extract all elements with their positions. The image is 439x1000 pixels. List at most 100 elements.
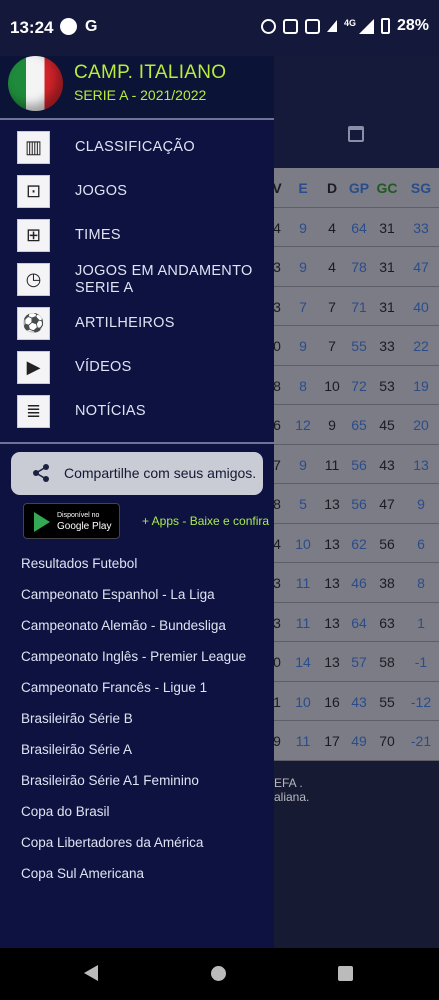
background-toolbar	[274, 56, 439, 168]
table-cell: 47	[379, 496, 395, 512]
table-cell: 9	[299, 259, 307, 275]
share-label: Compartilhe com seus amigos.	[64, 465, 257, 481]
status-time: 13:24	[10, 18, 54, 37]
home-icon[interactable]	[211, 966, 226, 981]
menu-item-label: VÍDEOS	[75, 359, 132, 375]
link-serie-a1-feminino[interactable]: Brasileirão Série A1 Feminino	[21, 773, 199, 788]
table-cell: 13	[324, 496, 340, 512]
system-nav-bar	[0, 948, 439, 1000]
table-cell: 33	[413, 219, 429, 236]
link-copa-do-brasil[interactable]: Copa do Brasil	[21, 804, 110, 819]
table-cell: 46	[351, 575, 367, 591]
navigation-drawer: CAMP. ITALIANO SERIE A - 2021/2022 ▥ CLA…	[0, 56, 274, 948]
table-cell: 3	[274, 259, 281, 275]
table-cell: 1	[274, 693, 281, 710]
divider	[0, 442, 274, 444]
table-cell: 4	[274, 535, 281, 552]
table-cell: 8	[417, 575, 425, 591]
chrome-icon	[60, 18, 77, 35]
table-cell: -21	[410, 733, 432, 749]
table-cell: 12	[295, 417, 311, 433]
menu-item-artilheiros[interactable]: ⚽ ARTILHEIROS	[0, 301, 274, 345]
menu-item-jogos[interactable]: ⊡ JOGOS	[0, 169, 274, 213]
footnote-line: aliana.	[274, 790, 310, 804]
table-cell: 55	[379, 693, 395, 710]
table-row: 3 11 13 64 63 1	[274, 603, 439, 642]
table-cell: 9	[299, 338, 307, 354]
table-cell: 31	[379, 298, 395, 315]
menu-item-label: JOGOS	[75, 183, 128, 199]
scoreboard-icon: ⊡	[17, 175, 50, 208]
table-cell: -1	[414, 654, 428, 670]
table-cell: 11	[295, 575, 311, 591]
link-la-liga[interactable]: Campeonato Espanhol - La Liga	[21, 587, 215, 602]
table-cell: 11	[295, 614, 311, 631]
calendar-icon[interactable]	[348, 126, 364, 142]
table-header-row: V E D GP GC SG	[274, 168, 439, 208]
table-cell: 56	[351, 496, 367, 512]
link-sul-americana[interactable]: Copa Sul Americana	[21, 866, 144, 881]
link-premier-league[interactable]: Campeonato Inglês - Premier League	[21, 649, 246, 664]
share-button[interactable]: Compartilhe com seus amigos.	[11, 452, 263, 495]
table-cell: 3	[274, 614, 281, 631]
table-header: GP	[348, 180, 370, 196]
wifi-icon	[326, 20, 337, 32]
table-row: 8 8 10 72 53 19	[274, 366, 439, 405]
menu-item-videos[interactable]: ▶ VÍDEOS	[0, 345, 274, 389]
player-icon: ⚽	[17, 307, 50, 340]
back-icon[interactable]	[84, 965, 98, 981]
table-cell: 5	[299, 496, 307, 512]
table-cell: 11	[295, 733, 311, 749]
signal-icon	[358, 18, 374, 34]
table-cell: 6	[417, 535, 425, 552]
google-play-badge[interactable]: Disponível no Google Play	[23, 503, 120, 539]
google-play-small-text: Disponível no	[57, 512, 100, 519]
table-cell: 11	[324, 456, 340, 473]
table-cell: 65	[351, 417, 367, 433]
table-cell: 71	[351, 298, 367, 315]
table-cell: 19	[413, 377, 429, 394]
table-cell: 13	[324, 575, 340, 591]
jersey-icon: ⊞	[17, 219, 50, 252]
table-cell: 33	[379, 338, 395, 354]
table-cell: 53	[379, 377, 395, 394]
more-apps-link[interactable]: + Apps - Baixe e confira	[142, 514, 269, 528]
background-app[interactable]: V E D GP GC SG 4 9 4 64 31 33 3 9 4 78 31 47 3 7 7 71 31…	[274, 56, 439, 948]
table-cell: 56	[351, 456, 367, 473]
table-cell: 47	[413, 259, 429, 275]
table-cell: 31	[379, 259, 395, 275]
menu-item-noticias[interactable]: ≣ NOTÍCIAS	[0, 389, 274, 433]
table-header: E	[298, 180, 308, 196]
table-cell: 22	[413, 338, 429, 354]
podium-icon: ▥	[17, 131, 50, 164]
link-serie-a[interactable]: Brasileirão Série A	[21, 742, 132, 757]
table-cell: 7	[328, 298, 336, 315]
recents-icon[interactable]	[338, 966, 353, 981]
link-bundesliga[interactable]: Campeonato Alemão - Bundesliga	[21, 618, 226, 633]
table-row: 0 9 7 55 33 22	[274, 326, 439, 366]
status-bar: 13:24 G 4G 28%	[0, 0, 439, 56]
link-serie-b[interactable]: Brasileirão Série B	[21, 711, 133, 726]
table-cell: 64	[351, 219, 367, 236]
table-cell: 8	[274, 377, 281, 394]
menu-item-label: TIMES	[75, 227, 121, 243]
table-row: 4 9 4 64 31 33	[274, 208, 439, 247]
google-icon: G	[85, 18, 98, 35]
status-right-icons: 4G 28%	[260, 17, 429, 35]
link-ligue-1[interactable]: Campeonato Francês - Ligue 1	[21, 680, 207, 695]
menu-item-times[interactable]: ⊞ TIMES	[0, 213, 274, 257]
menu-item-classificacao[interactable]: ▥ CLASSIFICAÇÃO	[0, 125, 274, 169]
table-cell: 7	[299, 298, 307, 315]
stopwatch-icon: ◷	[17, 263, 50, 296]
menu-item-jogos-em-andamento[interactable]: ◷ JOGOS EM ANDAMENTO SERIE A	[0, 257, 274, 301]
nfc-icon	[282, 18, 298, 34]
link-resultados-futebol[interactable]: Resultados Futebol	[21, 556, 137, 571]
table-cell: 45	[379, 417, 395, 433]
table-cell: 9	[417, 496, 425, 512]
vibrate-icon	[304, 18, 320, 34]
table-header: V	[274, 180, 282, 196]
footnote-line: EFA .	[274, 776, 303, 790]
link-libertadores[interactable]: Copa Libertadores da América	[21, 835, 203, 850]
table-row: 0 14 13 57 58 -1	[274, 642, 439, 682]
table-cell: 43	[351, 693, 367, 710]
